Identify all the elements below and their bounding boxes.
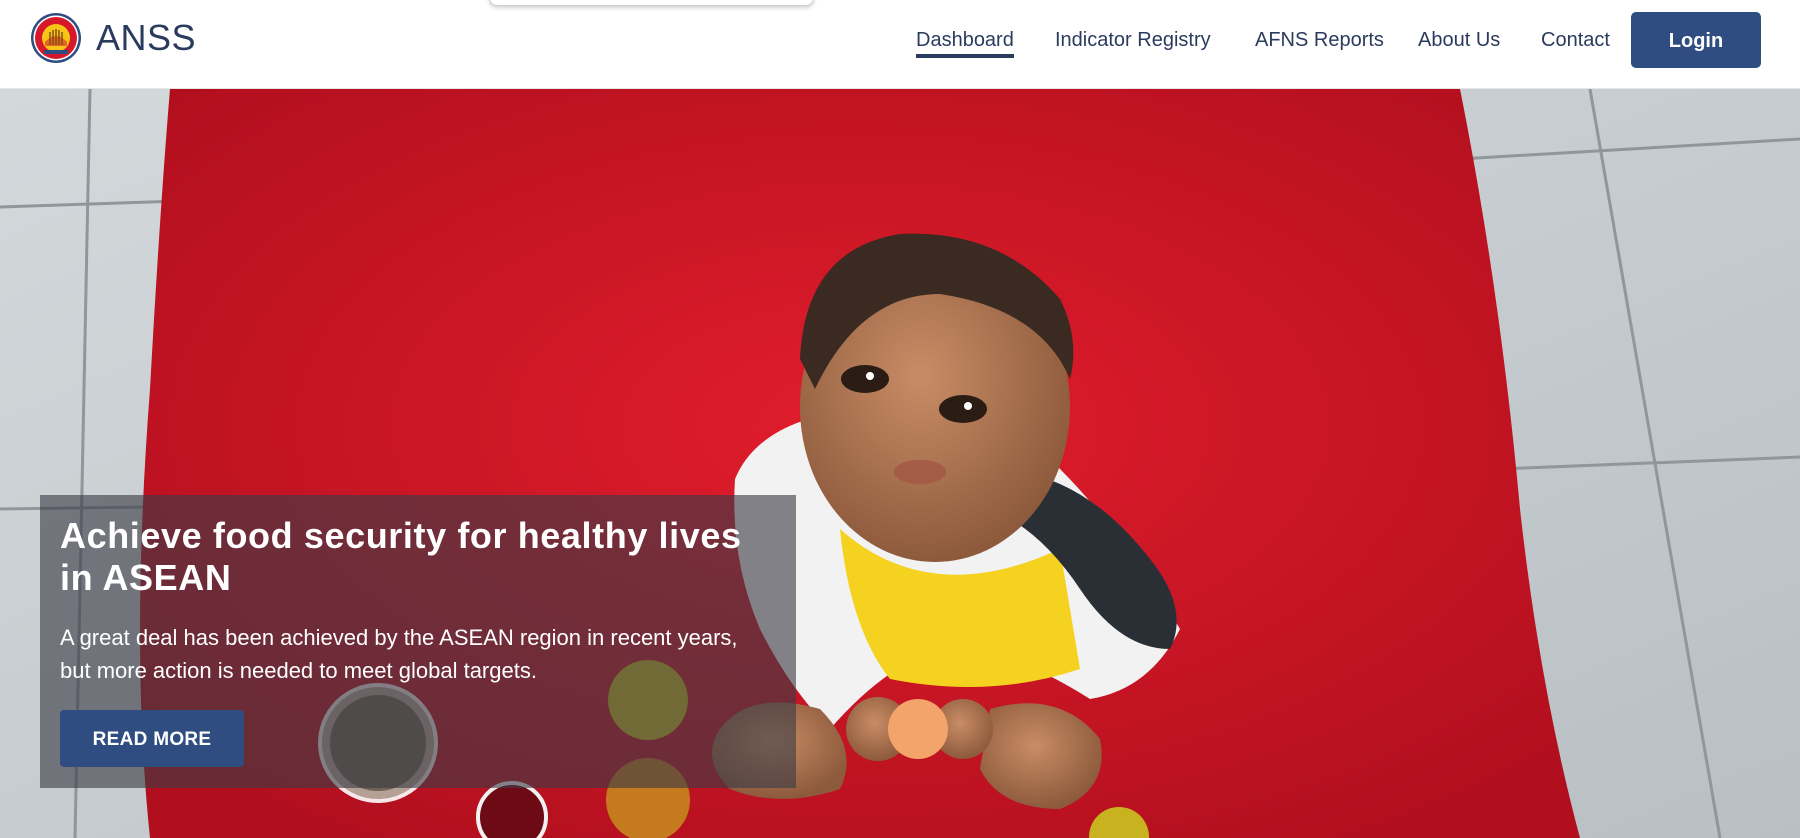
nav-indicator-registry[interactable]: Indicator Registry <box>1055 27 1211 53</box>
hero-description: A great deal has been achieved by the AS… <box>60 625 738 683</box>
search-dropdown-panel[interactable] <box>489 0 814 6</box>
hero-caption-card: Achieve food security for healthy lives … <box>40 495 796 788</box>
login-button[interactable]: Login <box>1631 12 1761 68</box>
nav-about-us[interactable]: About Us <box>1418 27 1500 53</box>
hero-banner: Achieve food security for healthy lives … <box>0 89 1800 838</box>
nav-afns-reports[interactable]: AFNS Reports <box>1255 27 1384 53</box>
nav-dashboard[interactable]: Dashboard <box>916 27 1014 58</box>
asean-emblem-icon[interactable] <box>30 12 82 64</box>
site-brand[interactable]: ANSS <box>96 14 196 62</box>
nav-contact[interactable]: Contact <box>1541 27 1610 53</box>
hero-title: Achieve food security for healthy lives … <box>60 515 742 598</box>
read-more-button[interactable]: READ MORE <box>60 710 244 767</box>
site-header: ANSS Dashboard Indicator Registry AFNS R… <box>0 0 1800 89</box>
